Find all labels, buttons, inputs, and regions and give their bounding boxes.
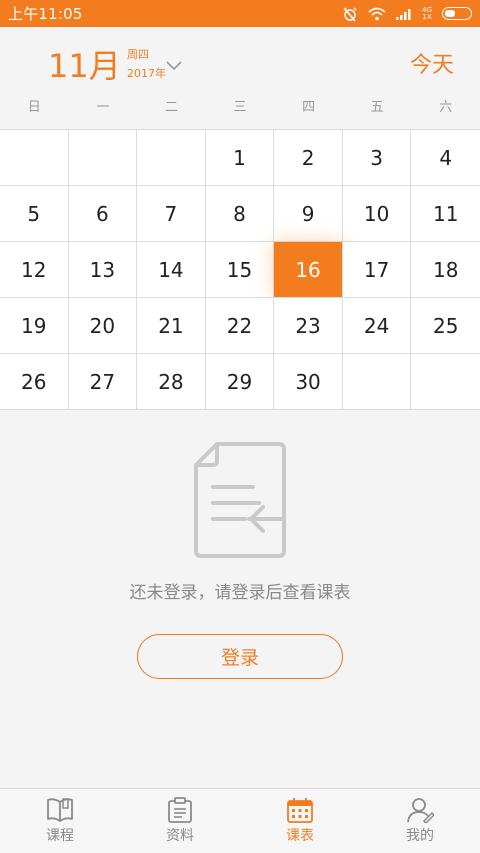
nav-label-timetable: 课表 [286,828,314,844]
signal-icon [396,8,411,20]
calendar-day[interactable]: 25 [411,298,480,354]
calendar-grid: 1 2 3 4 5 6 7 8 9 10 11 12 13 14 15 16 17 18 19 20 21 22 23 24 2… [0,129,480,410]
weekday-year-selector[interactable]: 周四 2017年 [127,46,166,81]
today-button[interactable]: 今天 [410,47,454,79]
status-bar: 上午11:05 4G 1X [0,0,480,27]
weekday-thu: 四 [302,100,316,115]
status-time: 上午11:05 [8,5,83,23]
calendar-icon [287,798,313,823]
calendar-day[interactable]: 4 [411,130,480,186]
calendar-cell-empty [411,354,480,410]
weekday-wed: 三 [233,100,247,115]
month-title: 11月 [48,47,121,85]
calendar-day[interactable]: 13 [68,242,138,298]
clipboard-icon [168,797,192,823]
calendar-day[interactable]: 26 [0,354,69,410]
calendar-day[interactable]: 24 [342,298,412,354]
calendar-day[interactable]: 14 [137,242,206,298]
calendar-day[interactable]: 17 [342,242,412,298]
calendar-cell-empty [342,354,412,410]
nav-item-timetable[interactable]: 课表 [240,789,360,853]
calendar-day[interactable]: 21 [137,298,206,354]
network-type-label: 4G 1X [422,5,432,21]
weekday-header: 日 一 二 三 四 五 六 [0,95,480,129]
calendar-day[interactable]: 23 [274,298,343,354]
login-prompt-text: 还未登录，请登录后查看课表 [129,583,351,603]
calendar-day[interactable]: 15 [205,242,275,298]
nav-label-courses: 课程 [46,828,74,844]
calendar-day[interactable]: 8 [205,186,275,242]
nav-item-materials[interactable]: 资料 [120,789,240,853]
nav-item-courses[interactable]: 课程 [0,789,120,853]
chevron-down-icon[interactable] [166,61,182,71]
calendar-day[interactable]: 19 [0,298,69,354]
nav-item-profile[interactable]: 我的 [360,789,480,853]
book-icon [47,798,73,822]
weekday-fri: 五 [370,100,384,115]
status-icons: 4G 1X [342,6,472,22]
bottom-nav: 课程 资料 课表 我的 [0,788,480,853]
weekday-mon: 一 [96,100,110,115]
person-icon [407,798,434,823]
calendar-cell-empty [137,130,206,186]
calendar-day[interactable]: 22 [205,298,275,354]
calendar-header: 11月 周四 2017年 今天 [0,27,480,95]
calendar-day[interactable]: 9 [274,186,343,242]
calendar-cell-empty [68,130,138,186]
calendar-day[interactable]: 5 [0,186,69,242]
calendar-day[interactable]: 27 [68,354,138,410]
battery-icon [442,7,472,20]
weekday-sat: 六 [439,100,453,115]
weekday-label: 周四 [127,48,149,61]
calendar-day[interactable]: 28 [137,354,206,410]
calendar-day[interactable]: 12 [0,242,69,298]
calendar-day[interactable]: 2 [274,130,343,186]
weekday-tue: 二 [164,100,178,115]
calendar-cell-empty [0,130,69,186]
calendar-day[interactable]: 1 [205,130,275,186]
year-label: 2017年 [127,67,166,80]
calendar-day[interactable]: 29 [205,354,275,410]
calendar-day[interactable]: 6 [68,186,138,242]
calendar-day[interactable]: 18 [411,242,480,298]
calendar-day[interactable]: 3 [342,130,412,186]
weekday-sun: 日 [27,100,41,115]
calendar-day[interactable]: 10 [342,186,412,242]
login-button[interactable]: 登录 [137,634,343,679]
alarm-off-icon [343,6,357,21]
calendar-day[interactable]: 30 [274,354,343,410]
document-return-icon [194,442,286,558]
calendar-day[interactable]: 20 [68,298,138,354]
nav-label-profile: 我的 [406,828,434,844]
calendar-day-selected[interactable]: 16 [274,242,343,298]
calendar-day[interactable]: 11 [411,186,480,242]
wifi-icon [368,7,386,20]
nav-label-materials: 资料 [166,828,194,844]
calendar-day[interactable]: 7 [137,186,206,242]
